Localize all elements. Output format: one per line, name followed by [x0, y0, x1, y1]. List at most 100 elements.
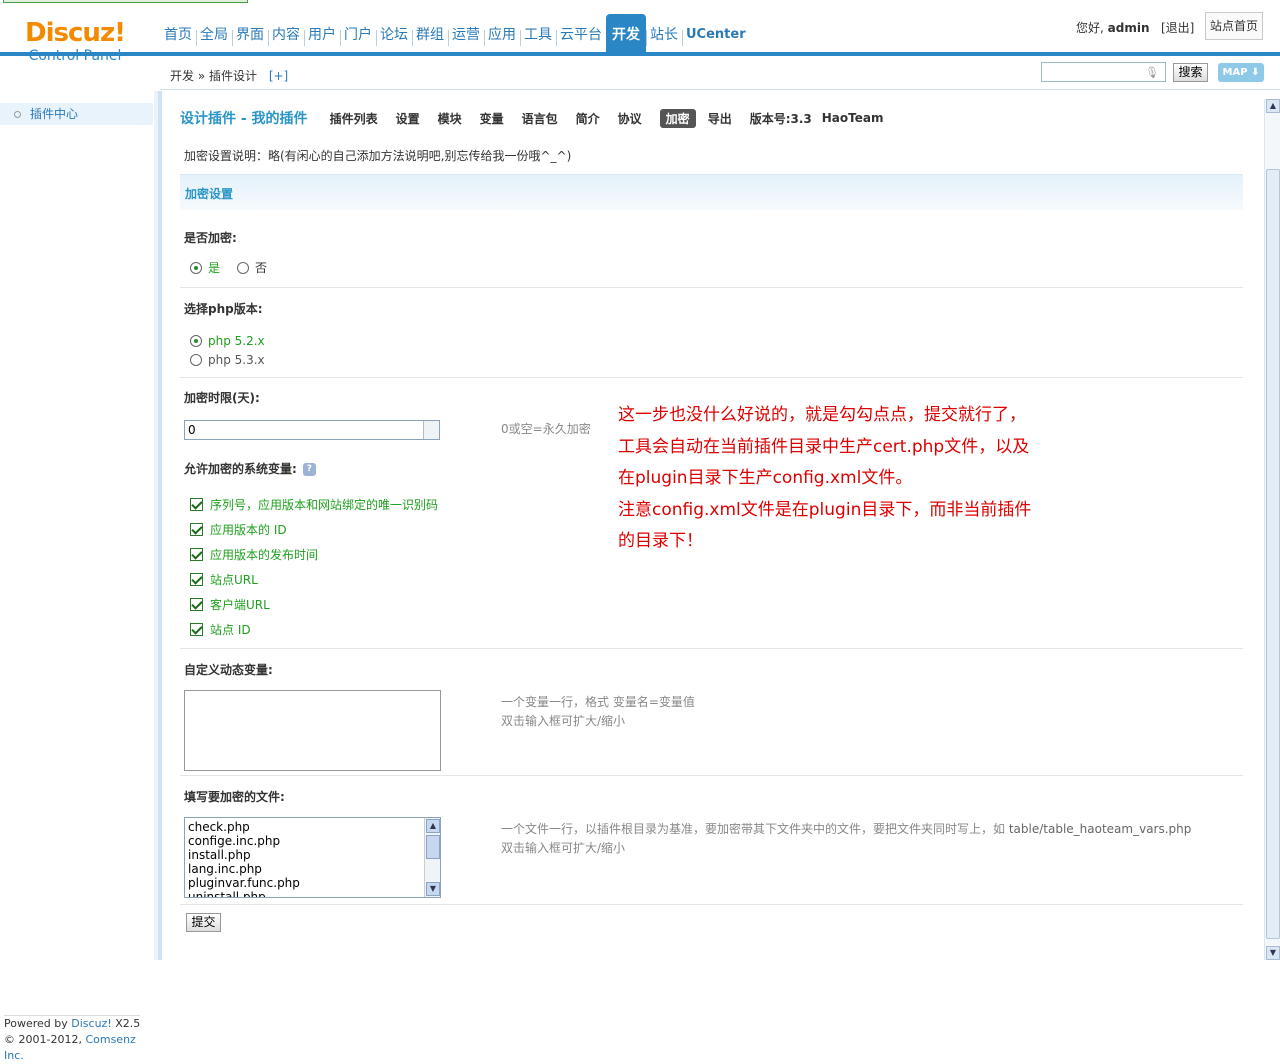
- checkbox-checked-icon: [190, 498, 203, 511]
- section-header: 加密设置: [180, 174, 1243, 210]
- checkbox-checked-icon: [190, 523, 203, 536]
- sidebar-item-plugin-center[interactable]: 插件中心: [0, 103, 153, 125]
- tab-export[interactable]: 导出: [708, 110, 732, 127]
- files-tip-1: 一个文件一行，以插件根目录为基准，要加密带其下文件夹中的文件，要把文件夹同时写上…: [501, 819, 1191, 839]
- var-label: 应用版本的发布时间: [210, 548, 319, 562]
- scroll-down-icon[interactable]: ▼: [426, 882, 440, 896]
- site-home-button[interactable]: 站点首页: [1205, 12, 1263, 40]
- nav-group[interactable]: 群组: [412, 14, 448, 56]
- mic-icon: 🎙: [1145, 66, 1159, 79]
- tab-license[interactable]: 协议: [618, 110, 642, 127]
- encrypt-description: 加密设置说明：略(有闲心的自己添加方法说明吧,别忘传给我一份哦^_^): [184, 149, 572, 163]
- nav-forum[interactable]: 论坛: [376, 14, 412, 56]
- top-header: Discuz! Control Panel 首页 全局 界面 内容 用户 门户 …: [0, 0, 1280, 64]
- nav-operation[interactable]: 运营: [448, 14, 484, 56]
- encrypt-yes-radio[interactable]: 是: [190, 259, 220, 276]
- page-scrollbar[interactable]: ▲ ▼: [1264, 99, 1280, 960]
- radio-checked-icon: [190, 261, 202, 274]
- breadcrumb: 开发 » 插件设计 [+]: [170, 67, 288, 84]
- var-label: 序列号，应用版本和网站绑定的唯一识别码: [210, 498, 439, 512]
- nav-style[interactable]: 界面: [232, 14, 268, 56]
- sidebar: 插件中心 Powered by Discuz! X2.5 © 2001-2012…: [0, 91, 158, 1062]
- tab-encrypt[interactable]: 加密: [659, 108, 696, 128]
- sidebar-item-label: 插件中心: [30, 107, 79, 121]
- nav-tools[interactable]: 工具: [520, 14, 556, 56]
- encrypt-yes-label: 是: [208, 261, 221, 275]
- map-button[interactable]: MAP ⬇: [1218, 63, 1264, 82]
- tab-language-pack[interactable]: 语言包: [522, 110, 558, 127]
- tab-settings[interactable]: 设置: [396, 110, 420, 127]
- scroll-up-icon[interactable]: ▲: [426, 819, 440, 833]
- add-shortcut-link[interactable]: [+]: [269, 69, 288, 83]
- logo-subtitle: Control Panel: [28, 48, 122, 64]
- encrypt-limit-value: 0: [188, 423, 196, 437]
- team-label: HaoTeam: [821, 111, 884, 125]
- spinner-icon[interactable]: [423, 421, 439, 439]
- tab-plugin-list[interactable]: 插件列表: [330, 110, 378, 127]
- custom-vars-tip-2: 双击输入框可扩大/缩小: [501, 714, 626, 728]
- logo[interactable]: Discuz! Control Panel: [20, 18, 130, 68]
- logout-link[interactable]: [退出]: [1161, 21, 1194, 35]
- nav-develop[interactable]: 开发: [606, 14, 646, 56]
- main-content: 设计插件 - 我的插件 插件列表 设置 模块 变量 语言包 简介 协议 加密 导…: [162, 91, 1264, 960]
- scroll-thumb[interactable]: [1266, 169, 1280, 939]
- breadcrumb-text: 开发 » 插件设计: [170, 69, 257, 83]
- nav-portal[interactable]: 门户: [340, 14, 376, 56]
- nav-ucenter[interactable]: UCenter: [682, 14, 750, 56]
- annotation-line: 这一步也没什么好说的，就是勾勾点点，提交就行了，: [618, 405, 1026, 425]
- nav-cloud[interactable]: 云平台: [556, 14, 606, 56]
- var-label: 站点URL: [210, 573, 258, 587]
- tab-intro[interactable]: 简介: [576, 110, 600, 127]
- var-checkbox-version-id[interactable]: 应用版本的 ID: [190, 521, 287, 538]
- php-53-radio[interactable]: php 5.3.x: [190, 353, 265, 367]
- checkbox-checked-icon: [190, 598, 203, 611]
- search-button[interactable]: 搜索: [1173, 63, 1208, 82]
- help-icon[interactable]: ?: [302, 463, 316, 476]
- nav-founder[interactable]: 站长: [646, 14, 682, 56]
- radio-checked-icon: [190, 335, 202, 347]
- tab-variables[interactable]: 变量: [480, 110, 504, 127]
- search-input[interactable]: 🎙: [1041, 62, 1166, 82]
- custom-vars-tip-1: 一个变量一行，格式 变量名=变量值: [501, 695, 695, 709]
- encrypt-files-textarea[interactable]: check.php confige.inc.php install.php la…: [184, 817, 441, 898]
- var-checkbox-site-id[interactable]: 站点 ID: [190, 621, 251, 638]
- row-divider: [180, 648, 1243, 649]
- custom-vars-label: 自定义动态变量:: [184, 663, 273, 677]
- nav-home[interactable]: 首页: [160, 14, 196, 56]
- php-52-label: php 5.2.x: [208, 334, 265, 348]
- files-tip-example: table/table_haoteam_vars.php: [1008, 822, 1192, 836]
- textarea-scrollbar[interactable]: ▲ ▼: [424, 818, 440, 897]
- tab-modules[interactable]: 模块: [438, 110, 462, 127]
- bullet-icon: [14, 111, 21, 118]
- annotation-line: 工具会自动在当前插件目录中生产cert.php文件，以及: [618, 436, 1030, 457]
- checkbox-checked-icon: [190, 623, 203, 636]
- var-checkbox-site-url[interactable]: 站点URL: [190, 571, 258, 588]
- map-button-label: MAP: [1222, 67, 1248, 78]
- scroll-up-icon[interactable]: ▲: [1266, 99, 1280, 113]
- discuz-link[interactable]: Discuz!: [71, 1017, 111, 1030]
- encrypt-limit-input[interactable]: 0: [184, 420, 440, 440]
- encrypt-no-radio[interactable]: 否: [237, 259, 267, 276]
- submit-button[interactable]: 提交: [186, 913, 221, 932]
- radio-unchecked-icon: [190, 354, 202, 366]
- file-line: lang.inc.php: [188, 862, 262, 876]
- var-checkbox-release-time[interactable]: 应用版本的发布时间: [190, 546, 318, 563]
- nav-content[interactable]: 内容: [268, 14, 304, 56]
- nav-apps[interactable]: 应用: [484, 14, 520, 56]
- nav-global[interactable]: 全局: [196, 14, 232, 56]
- var-checkbox-client-url[interactable]: 客户端URL: [190, 596, 270, 613]
- nav-user[interactable]: 用户: [304, 14, 340, 56]
- scroll-down-icon[interactable]: ▼: [1266, 946, 1280, 960]
- file-line: uninstall.php: [188, 890, 266, 898]
- file-line: confige.inc.php: [188, 834, 281, 848]
- custom-vars-textarea[interactable]: [184, 690, 441, 771]
- limit-tip: 0或空=永久加密: [501, 422, 591, 436]
- php-52-radio[interactable]: php 5.2.x: [190, 334, 265, 348]
- scroll-thumb[interactable]: [426, 835, 440, 859]
- version-label: 版本号:3.3: [749, 111, 812, 126]
- sub-bar: 开发 » 插件设计 [+] 🎙 搜索 MAP ⬇: [160, 57, 1280, 90]
- row-divider: [180, 377, 1243, 378]
- file-lines: check.php confige.inc.php install.php la…: [188, 820, 300, 898]
- system-vars-label: 允许加密的系统变量:?: [184, 460, 316, 477]
- var-checkbox-serial[interactable]: 序列号，应用版本和网站绑定的唯一识别码: [190, 496, 438, 513]
